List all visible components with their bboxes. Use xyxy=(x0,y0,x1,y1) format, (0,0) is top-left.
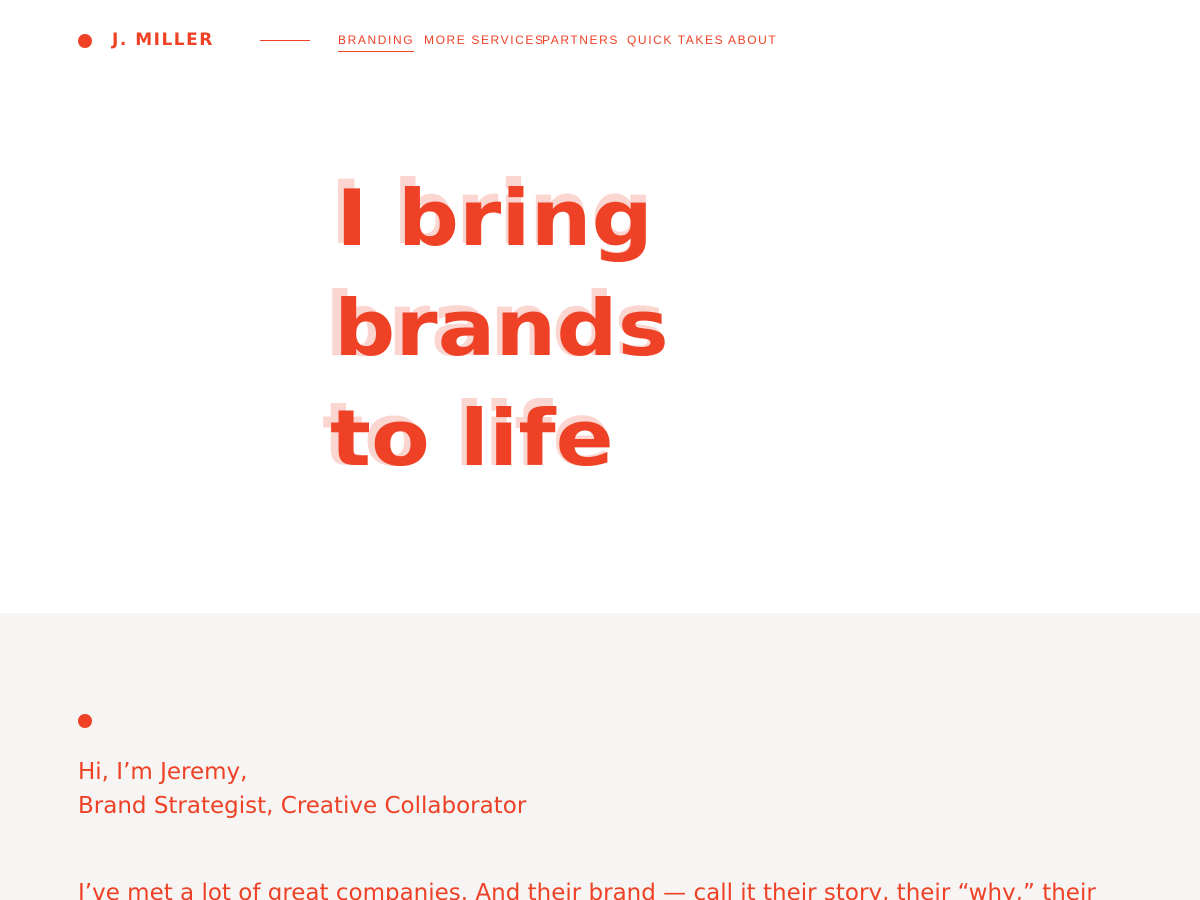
intro-text: Hi, I’m Jeremy, Brand Strategist, Creati… xyxy=(78,755,526,823)
hero-line-2: brands xyxy=(334,283,669,374)
role-title: Brand Strategist, Creative Collaborator xyxy=(78,793,527,819)
greeting: Hi, I’m Jeremy, xyxy=(78,759,248,785)
section-dot-icon xyxy=(78,714,92,728)
logo-dot-icon[interactable] xyxy=(78,34,92,48)
header-divider xyxy=(260,40,310,41)
hero-line-1: I bring xyxy=(336,173,653,264)
nav-item-about[interactable]: ABOUT xyxy=(728,33,777,47)
site-header: J. MILLER BRANDING MORE SERVICES PARTNER… xyxy=(0,0,1200,82)
hero-line-3: to life xyxy=(330,393,614,484)
nav-item-quick-takes[interactable]: QUICK TAKES xyxy=(627,33,724,47)
logo-text[interactable]: J. MILLER xyxy=(112,29,214,51)
story-paragraph: I’ve met a lot of great companies. And t… xyxy=(78,880,1096,900)
nav-item-partners[interactable]: PARTNERS xyxy=(542,33,619,47)
hero-section: I bring brands to life I bring brands to… xyxy=(0,82,1200,613)
nav-item-more-services[interactable]: MORE SERVICES xyxy=(424,33,545,47)
about-section: Hi, I’m Jeremy, Brand Strategist, Creati… xyxy=(0,613,1200,900)
nav-item-branding[interactable]: BRANDING xyxy=(338,33,415,52)
